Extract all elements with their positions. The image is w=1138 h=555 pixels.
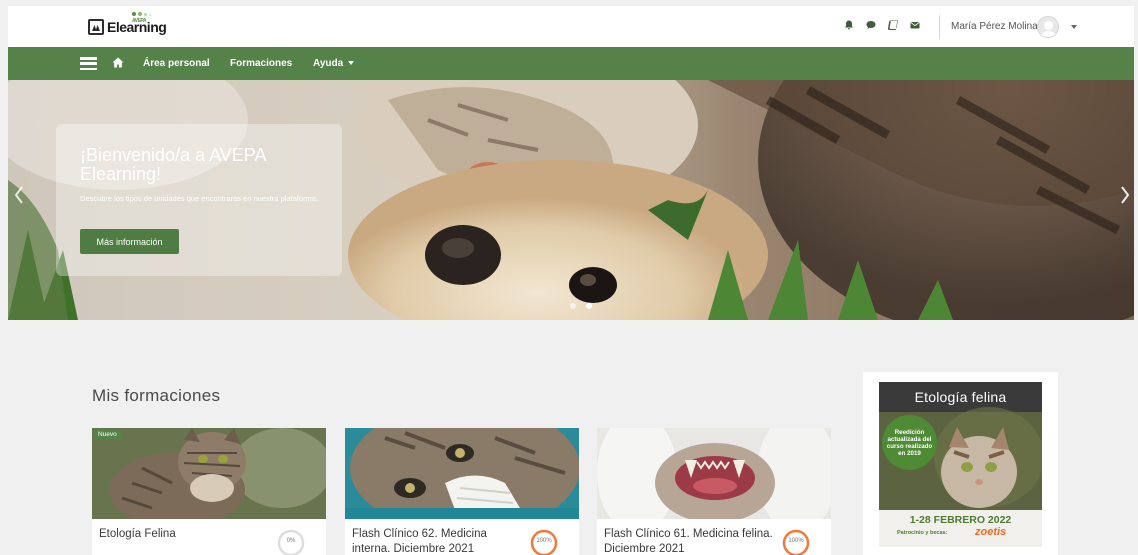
- promo-dates: 1-28 FEBRERO 2022: [909, 514, 1012, 526]
- top-header: AVEPA Elearning María Pérez Molina: [8, 6, 1134, 47]
- mail-icon[interactable]: [910, 20, 920, 30]
- course-title[interactable]: Flash Clínico 61. Medicina felina. Dicie…: [604, 527, 774, 555]
- carousel-next-arrow-icon[interactable]: [1120, 185, 1130, 205]
- zoetis-logo: zoetis: [975, 526, 1007, 538]
- user-name[interactable]: María Pérez Molina: [951, 21, 1038, 32]
- course-card-flash-clinico-61[interactable]: Flash Clínico 61. Medicina felina. Dicie…: [597, 428, 831, 555]
- header-divider: [939, 15, 940, 39]
- book-icon[interactable]: [888, 20, 898, 30]
- nav-ayuda-label: Ayuda: [313, 58, 344, 69]
- logo-text: AVEPA Elearning: [107, 12, 167, 35]
- user-avatar[interactable]: [1037, 16, 1059, 38]
- carousel-indicators: [570, 303, 592, 309]
- course-image-tabby-cat: [92, 428, 326, 519]
- course-title[interactable]: Etología Felina: [99, 527, 269, 542]
- carousel-prev-arrow-icon[interactable]: [14, 185, 24, 205]
- course-card-etologia-felina[interactable]: Nuevo Etología Felina 0%: [92, 428, 326, 555]
- avepa-elearning-logo[interactable]: AVEPA Elearning: [88, 12, 167, 41]
- logo-subtext: AVEPA: [132, 18, 146, 24]
- home-icon[interactable]: [112, 57, 124, 68]
- progress-value: 100%: [788, 538, 804, 544]
- nav-area-personal[interactable]: Área personal: [143, 58, 210, 69]
- course-title[interactable]: Flash Clínico 62. Medicina interna. Dici…: [352, 527, 522, 555]
- main-navbar: Área personal Formaciones Ayuda: [8, 47, 1134, 80]
- carousel-dot-2[interactable]: [586, 303, 592, 309]
- promo-sponsor-label: Patrocinio y becas:: [897, 530, 948, 536]
- course-image-cat-bandaged-paw: [345, 428, 579, 519]
- nav-formaciones[interactable]: Formaciones: [230, 58, 292, 69]
- user-menu-chevron-down-icon[interactable]: [1071, 25, 1077, 29]
- header-icons: [844, 20, 920, 30]
- promo-reedition-badge: Reedición actualizada del curso realizad…: [882, 415, 937, 470]
- promo-banner-etologia-felina[interactable]: Etología felina Reedición actualizada de…: [879, 382, 1042, 547]
- promo-title: Etología felina: [914, 389, 1007, 405]
- hero-description: Descubre los tipos de unidades que encon…: [80, 194, 319, 203]
- logo-dots-icon: [132, 12, 151, 16]
- more-info-button[interactable]: Más información: [80, 229, 179, 254]
- chevron-down-icon: [348, 61, 355, 66]
- progress-value: 100%: [536, 538, 552, 544]
- progress-value: 0%: [286, 538, 296, 544]
- carousel-dot-1[interactable]: [570, 303, 576, 309]
- nav-ayuda[interactable]: Ayuda: [313, 58, 355, 69]
- new-badge: Nuevo: [94, 430, 121, 439]
- hamburger-menu-icon[interactable]: [80, 57, 97, 70]
- logo-mark-icon: [88, 19, 104, 35]
- course-card-flash-clinico-62[interactable]: Flash Clínico 62. Medicina interna. Dici…: [345, 428, 579, 555]
- bell-icon[interactable]: [844, 20, 854, 30]
- section-title-mis-formaciones: Mis formaciones: [92, 386, 221, 405]
- chat-icon[interactable]: [866, 20, 876, 30]
- course-image-cat-teeth-exam: [597, 428, 831, 519]
- hero-title: ¡Bienvenido/a a AVEPA Elearning!: [80, 145, 266, 184]
